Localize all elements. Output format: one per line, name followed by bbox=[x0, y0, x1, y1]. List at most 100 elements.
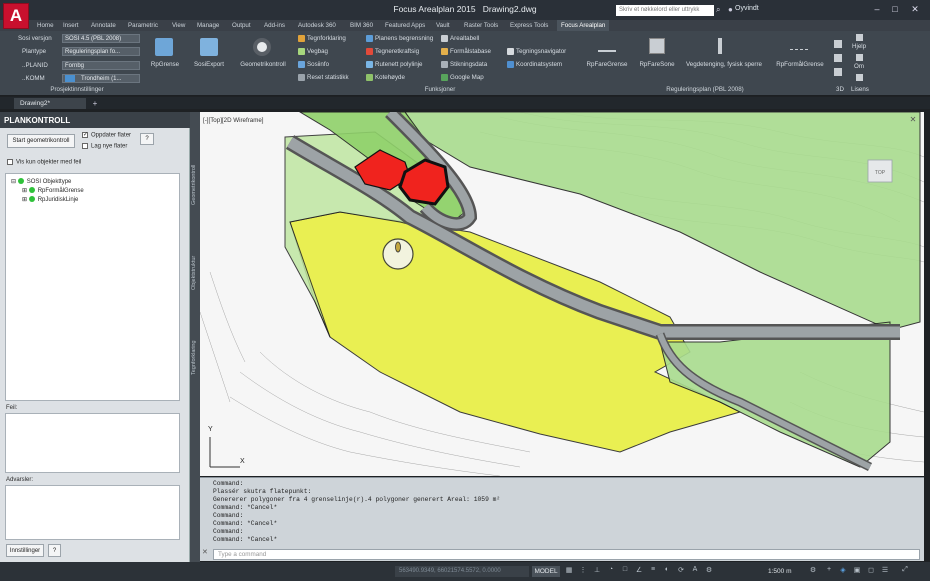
geometrikontroll-icon[interactable] bbox=[253, 38, 271, 56]
view-cube[interactable]: TOP bbox=[867, 159, 893, 183]
formalstabase-button[interactable]: Formålstabase bbox=[441, 48, 491, 55]
sosi-export-button-label[interactable]: SosiExport bbox=[191, 61, 227, 68]
annotation-scale[interactable]: 1:500 m bbox=[768, 566, 804, 577]
tegningsnavigator-button[interactable]: Tegningsnavigator bbox=[507, 48, 566, 55]
settings-icon[interactable]: ⚙ bbox=[808, 566, 818, 576]
hardware-icon[interactable]: ▣ bbox=[852, 566, 862, 576]
strip-tab-tegnforklaring[interactable]: Tegnforklaring bbox=[191, 315, 197, 375]
rpgrense-icon[interactable] bbox=[155, 38, 173, 56]
minimize-button[interactable]: – bbox=[870, 3, 884, 15]
tab-output[interactable]: Output bbox=[228, 20, 255, 31]
grid-icon[interactable]: ▦ bbox=[564, 566, 574, 576]
3d-tool2-icon[interactable] bbox=[834, 68, 842, 76]
rpfaregrense-icon[interactable] bbox=[598, 40, 616, 52]
rpformalgrense-icon[interactable] bbox=[790, 42, 808, 50]
help-icon[interactable] bbox=[856, 34, 863, 41]
rpfaresone-button-label[interactable]: RpFareSone bbox=[636, 61, 678, 68]
tab-autodesk-360[interactable]: Autodesk 360 bbox=[294, 20, 340, 31]
lag-nye-flater-checkbox[interactable]: Lag nye flater bbox=[82, 143, 127, 150]
rpfaresone-icon[interactable] bbox=[649, 38, 665, 54]
3d-tool-icon[interactable] bbox=[834, 40, 842, 48]
tab-raster-tools[interactable]: Raster Tools bbox=[460, 20, 502, 31]
search-icon[interactable]: ⌕ bbox=[716, 5, 726, 16]
coordinates-readout[interactable]: 563490.9349, 66021574.5572, 0.0000 bbox=[395, 566, 529, 577]
tab-parametric[interactable]: Parametric bbox=[124, 20, 162, 31]
command-close-icon[interactable]: ✕ bbox=[202, 548, 212, 560]
panel-help-button[interactable]: ? bbox=[140, 133, 154, 145]
clean-screen-icon[interactable]: ◻ bbox=[866, 566, 876, 576]
koordinatsystem-button[interactable]: Koordinatsystem bbox=[507, 61, 562, 68]
google-map-button[interactable]: Google Map bbox=[441, 74, 484, 81]
om-button-label[interactable]: Om bbox=[854, 63, 864, 70]
tab-express-tools[interactable]: Express Tools bbox=[506, 20, 552, 31]
close-button[interactable]: ✕ bbox=[908, 3, 922, 15]
warnings-list[interactable] bbox=[5, 485, 180, 540]
plus-icon[interactable]: + bbox=[824, 566, 834, 576]
command-input[interactable]: Type a command bbox=[213, 549, 920, 560]
maximize-button[interactable]: □ bbox=[888, 3, 902, 15]
tab-view[interactable]: View bbox=[168, 20, 189, 31]
sosi-version-select[interactable]: SOSI 4.5 (PBL 2008) bbox=[62, 34, 140, 43]
viewport-controls-label[interactable]: [-][Top][2D Wireframe] bbox=[203, 117, 264, 124]
tab-insert[interactable]: Insert bbox=[59, 20, 82, 31]
sosi-export-icon[interactable] bbox=[200, 38, 218, 56]
about-icon[interactable] bbox=[856, 54, 863, 61]
vis-kun-feil-checkbox[interactable]: Vis kun objekter med feil bbox=[7, 159, 81, 166]
tab-drawing2[interactable]: Drawing2* bbox=[14, 98, 86, 109]
tab-manage[interactable]: Manage bbox=[193, 20, 223, 31]
snap-icon[interactable]: ⋮ bbox=[578, 566, 588, 576]
tree-item-rpjuridisklinje[interactable]: ⊞ RpJuridiskLinje bbox=[22, 196, 78, 203]
3d-view-icon[interactable] bbox=[834, 54, 842, 62]
stikningsdata-button[interactable]: Stikningsdata bbox=[441, 61, 487, 68]
expand-icon[interactable]: ⊞ bbox=[22, 188, 27, 194]
autocad-logo-button[interactable]: A bbox=[3, 3, 29, 29]
otrack-icon[interactable]: ∠ bbox=[634, 566, 644, 576]
reset-statistikk-button[interactable]: Reset statistikk bbox=[298, 74, 349, 81]
selection-cycling-icon[interactable]: ⟳ bbox=[676, 566, 686, 576]
drawing-viewport[interactable]: TOP bbox=[200, 112, 924, 476]
settings-help-button[interactable]: ? bbox=[48, 544, 61, 557]
strip-tab-objektstruktur[interactable]: Objektstruktur bbox=[191, 230, 197, 290]
license-icon[interactable] bbox=[856, 74, 863, 81]
arealtabell-button[interactable]: Arealtabell bbox=[441, 35, 479, 42]
tab-featured-apps[interactable]: Featured Apps bbox=[381, 20, 429, 31]
planid-field[interactable]: Fornbg bbox=[62, 61, 140, 70]
tree-item-rpformalgrense[interactable]: ⊞ RpFormålGrense bbox=[22, 187, 84, 194]
user-name[interactable]: Oyvindt bbox=[735, 5, 759, 12]
expand-icon[interactable]: ⊞ bbox=[22, 197, 27, 203]
tree-root-item[interactable]: ⊟ SOSI Objekttype bbox=[11, 178, 71, 185]
expand-icon[interactable]: ⊟ bbox=[11, 179, 16, 185]
new-tab-button[interactable]: + bbox=[88, 98, 102, 109]
annotation-icon[interactable]: A bbox=[690, 566, 700, 576]
geometrikontroll-button-label[interactable]: Geometrikontroll bbox=[238, 61, 288, 68]
rutenett-polylinje-button[interactable]: Rutenett polylinje bbox=[366, 61, 422, 68]
osnap-icon[interactable]: □ bbox=[620, 566, 630, 576]
isolate-icon[interactable]: ◈ bbox=[838, 566, 848, 576]
rpgrense-button-label[interactable]: RpGrense bbox=[148, 61, 182, 68]
polar-icon[interactable]: ◔ bbox=[606, 566, 616, 576]
vegdetenging-button-label[interactable]: Vegdetenging, fysisk sperre bbox=[684, 61, 764, 68]
tab-vault[interactable]: Vault bbox=[432, 20, 454, 31]
vegbag-button[interactable]: Vegbag bbox=[298, 48, 328, 55]
model-space-button[interactable]: MODEL bbox=[532, 566, 560, 577]
lineweight-icon[interactable]: ≡ bbox=[648, 566, 658, 576]
search-input[interactable]: Skriv et nøkkelord eller uttrykk bbox=[616, 5, 714, 16]
oppdater-flater-checkbox[interactable]: ✓ Oppdater flater bbox=[82, 132, 131, 139]
tab-home[interactable]: Home bbox=[33, 20, 58, 31]
ortho-icon[interactable]: ⊥ bbox=[592, 566, 602, 576]
start-geometrikontroll-button[interactable]: Start geometrikontroll bbox=[7, 134, 75, 148]
tegnforklaring-button[interactable]: Tegnforklaring bbox=[298, 35, 346, 42]
fence-icon[interactable] bbox=[718, 38, 722, 54]
tab-bim-360[interactable]: BIM 360 bbox=[346, 20, 377, 31]
rpfaregrense-button-label[interactable]: RpFareGrense bbox=[585, 61, 629, 68]
fullscreen-icon[interactable]: ⤢ bbox=[900, 566, 910, 576]
innstillinger-button[interactable]: Innstillinger bbox=[6, 544, 44, 557]
strip-tab-geometrikontroll[interactable]: Geometrikontroll bbox=[191, 145, 197, 205]
kotehoyde-button[interactable]: Kotehøyde bbox=[366, 74, 405, 81]
transparency-icon[interactable]: ◐ bbox=[662, 566, 672, 576]
plantype-select[interactable]: Reguleringsplan fo... bbox=[62, 47, 140, 56]
planens-begrensning-button[interactable]: Planens begrensning bbox=[366, 35, 433, 42]
rpformalgrense-button-label[interactable]: RpFormålGrense bbox=[772, 61, 828, 68]
customize-icon[interactable]: ☰ bbox=[880, 566, 890, 576]
viewport-close-icon[interactable]: ✕ bbox=[906, 115, 920, 125]
